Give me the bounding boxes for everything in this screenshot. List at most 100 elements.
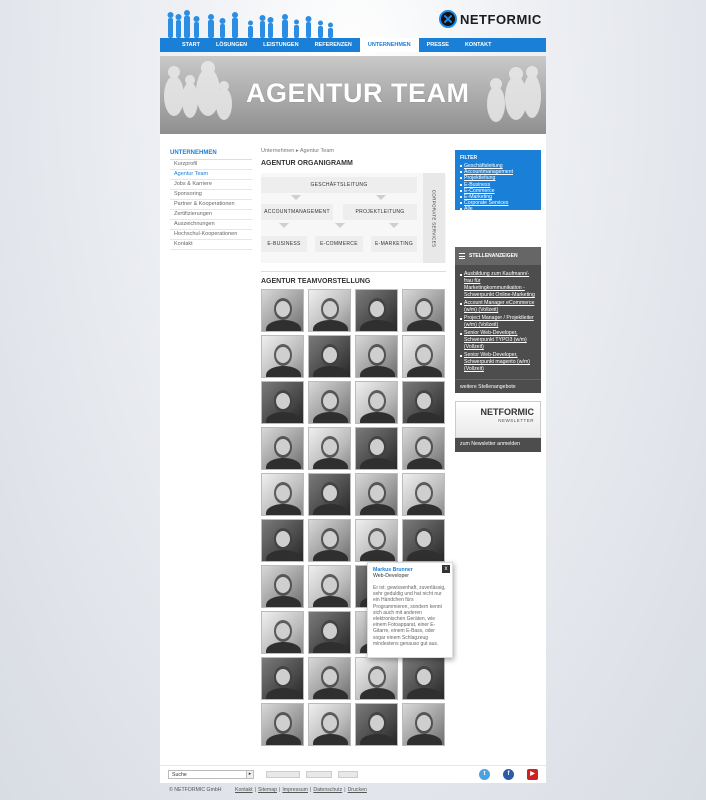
search-input[interactable]: Suche ▸ [168,770,254,779]
copyright: © NETFORMIC GmbH [169,787,222,793]
nav-referenzen[interactable]: Referenzen [307,38,360,52]
nav-unternehmen[interactable]: Unternehmen [359,38,419,52]
team-member-photo[interactable] [261,565,304,608]
team-member-photo[interactable] [355,289,398,332]
team-member-photo[interactable] [308,565,351,608]
breadcrumb[interactable]: Unternehmen ▸ Agentur Team [261,148,446,154]
sidebar-item-partner[interactable]: Partner & Kooperationen [170,200,252,210]
close-icon[interactable]: x [442,565,450,573]
team-photo-grid [261,289,446,746]
team-member-photo[interactable] [308,519,351,562]
team-member-photo[interactable] [402,473,445,516]
team-member-photo[interactable] [308,427,351,470]
team-member-photo[interactable] [355,381,398,424]
photo-face [370,347,384,363]
badge-icon [266,771,300,778]
org-corporate-services[interactable]: Corporate Services [423,173,445,263]
photo-face [370,485,384,501]
photo-shoulders [407,412,442,423]
team-member-photo[interactable] [261,289,304,332]
footer-link-sitemap[interactable]: Sitemap [258,787,277,793]
photo-shoulders [407,320,442,331]
team-silhouettes-graphic [167,10,333,38]
banner-title: AGENTUR TEAM [246,78,470,108]
team-member-photo[interactable] [402,427,445,470]
newsletter-box[interactable]: NETFORMIC NEWSLETTER zum Newsletter anme… [455,401,541,452]
team-member-photo[interactable] [402,703,445,746]
twitter-icon[interactable]: t [479,769,490,780]
filter-alle[interactable]: Alle [460,206,536,212]
sidebar-item-kontakt[interactable]: Kontakt [170,240,252,250]
newsletter-signup-link[interactable]: zum Newsletter anmelden [455,438,541,450]
nav-loesungen[interactable]: Lösungen [208,38,255,52]
photo-shoulders [266,320,301,331]
team-member-photo[interactable] [308,473,351,516]
team-member-photo[interactable] [308,657,351,700]
sidebar-item-agentur-team[interactable]: Agentur Team [170,170,252,180]
footer-link-kontakt[interactable]: Kontakt [235,787,253,793]
photo-shoulders [313,504,348,515]
sidebar-item-kurzprofil[interactable]: Kurzprofil [170,160,252,170]
nav-kontakt[interactable]: Kontakt [457,38,499,52]
youtube-icon[interactable]: ▶ [527,769,538,780]
newsletter-banner[interactable]: NETFORMIC NEWSLETTER [455,401,541,438]
jobs-header: STELLENANZEIGEN [455,247,541,265]
search-submit-icon[interactable]: ▸ [246,771,253,778]
team-heading: AGENTUR TEAMVORSTELLUNG [261,278,371,285]
photo-face [323,347,337,363]
photo-shoulders [360,366,395,377]
sidebar-item-sponsoring[interactable]: Sponsoring [170,190,252,200]
team-member-photo[interactable] [261,381,304,424]
team-member-photo[interactable] [261,335,304,378]
job-link[interactable]: Account Manager eCommerce (w/m) (Vollzei… [460,300,536,314]
team-member-photo[interactable] [355,473,398,516]
photo-shoulders [313,320,348,331]
team-member-photo[interactable] [261,519,304,562]
photo-shoulders [266,550,301,561]
team-member-photo[interactable] [402,335,445,378]
team-member-photo[interactable] [308,335,351,378]
team-member-photo[interactable] [355,657,398,700]
footer-link-drucken[interactable]: Drucken [348,787,367,793]
team-member-photo[interactable] [355,519,398,562]
more-jobs-link[interactable]: weitere Stellenangebote [455,379,541,394]
facebook-icon[interactable]: f [503,769,514,780]
nav-start[interactable]: Start [174,38,208,52]
photo-face [370,531,384,547]
team-member-photo[interactable] [308,611,351,654]
search-input-value: Suche [172,772,187,778]
footer-link-datenschutz[interactable]: Datenschutz [313,787,342,793]
sidebar-item-auszeichnungen[interactable]: Auszeichnungen [170,220,252,230]
team-member-photo[interactable] [355,335,398,378]
team-member-photo[interactable] [261,427,304,470]
team-member-photo[interactable] [308,381,351,424]
team-member-photo[interactable] [261,657,304,700]
team-member-photo[interactable] [355,703,398,746]
sidebar-item-jobs[interactable]: Jobs & Karriere [170,180,252,190]
photo-face [417,347,431,363]
job-link[interactable]: Project Manager / Projektleiter (w/m) (V… [460,315,536,329]
team-member-photo[interactable] [308,703,351,746]
team-member-photo[interactable] [261,473,304,516]
job-link[interactable]: Ausbildung zum Kaufmann/-frau für Market… [460,271,536,299]
nav-presse[interactable]: Presse [419,38,457,52]
team-member-photo[interactable] [261,703,304,746]
photo-shoulders [266,596,301,607]
job-link[interactable]: Senior Web-Developer, Schwerpunkt TYPO3 … [460,330,536,351]
team-member-photo[interactable] [402,289,445,332]
team-member-photo[interactable] [308,289,351,332]
job-link[interactable]: Senior Web-Developer, Schwerpunkt magent… [460,352,536,373]
footer-link-impressum[interactable]: Impressum [282,787,308,793]
sidebar-item-hochschul[interactable]: Hochschul-Kooperationen [170,230,252,240]
team-member-photo[interactable] [355,427,398,470]
nav-leistungen[interactable]: Leistungen [255,38,306,52]
sidebar-item-zertifizierungen[interactable]: Zertifizierungen [170,210,252,220]
netformic-logo[interactable]: NETFORMIC [439,9,542,29]
section-divider [261,271,446,272]
team-member-photo[interactable] [402,519,445,562]
team-member-photo[interactable] [402,381,445,424]
photo-face [370,439,384,455]
team-member-photo[interactable] [402,657,445,700]
team-member-photo[interactable] [261,611,304,654]
photo-shoulders [313,458,348,469]
